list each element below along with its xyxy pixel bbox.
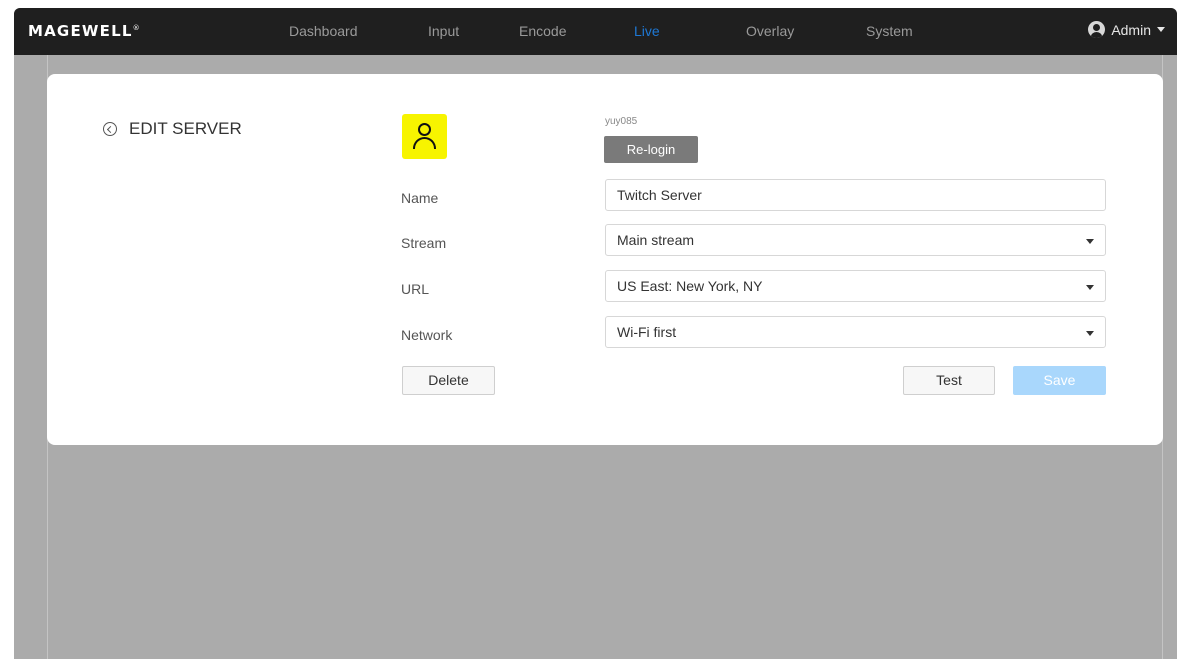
url-select[interactable]: US East: New York, NY: [605, 270, 1106, 302]
nav-input[interactable]: Input: [428, 23, 459, 39]
network-label: Network: [401, 327, 453, 343]
page-title: EDIT SERVER: [129, 119, 242, 138]
stream-label: Stream: [401, 235, 447, 251]
back-button[interactable]: EDIT SERVER: [103, 119, 242, 139]
name-input[interactable]: Twitch Server: [605, 179, 1106, 211]
app-window: MAGEWELL® Dashboard Input Encode Live Ov…: [14, 8, 1177, 659]
person-icon-body: [413, 137, 436, 149]
twitch-account-avatar: [402, 114, 447, 159]
save-button[interactable]: Save: [1013, 366, 1106, 395]
nav-overlay[interactable]: Overlay: [746, 23, 794, 39]
account-name: yuy085: [605, 116, 638, 127]
nav-dashboard[interactable]: Dashboard: [289, 23, 358, 39]
user-avatar-icon: [1088, 21, 1106, 38]
nav-live[interactable]: Live: [634, 23, 660, 39]
test-button[interactable]: Test: [903, 366, 995, 395]
edit-server-card: EDIT SERVER yuy085 Re-login Name Twitch …: [47, 74, 1163, 445]
user-menu[interactable]: Admin: [1088, 21, 1165, 38]
user-name: Admin: [1111, 21, 1151, 38]
url-label: URL: [401, 281, 430, 297]
network-select[interactable]: Wi-Fi first: [605, 316, 1106, 348]
chevron-down-icon: [1086, 239, 1094, 244]
relogin-button[interactable]: Re-login: [604, 136, 698, 163]
delete-button[interactable]: Delete: [402, 366, 495, 395]
name-label: Name: [401, 190, 439, 206]
stream-select[interactable]: Main stream: [605, 224, 1106, 256]
chevron-down-icon: [1086, 331, 1094, 336]
nav-encode[interactable]: Encode: [519, 23, 566, 39]
nav-system[interactable]: System: [866, 23, 913, 39]
chevron-down-icon: [1157, 27, 1165, 32]
top-navbar: MAGEWELL® Dashboard Input Encode Live Ov…: [14, 8, 1177, 55]
stream-select-value: Main stream: [617, 232, 695, 248]
person-icon-head: [418, 123, 431, 136]
network-select-value: Wi-Fi first: [617, 324, 677, 340]
url-select-value: US East: New York, NY: [617, 278, 763, 294]
back-arrow-icon: [103, 122, 117, 136]
chevron-down-icon: [1086, 285, 1094, 290]
magewell-logo[interactable]: MAGEWELL®: [28, 22, 141, 40]
